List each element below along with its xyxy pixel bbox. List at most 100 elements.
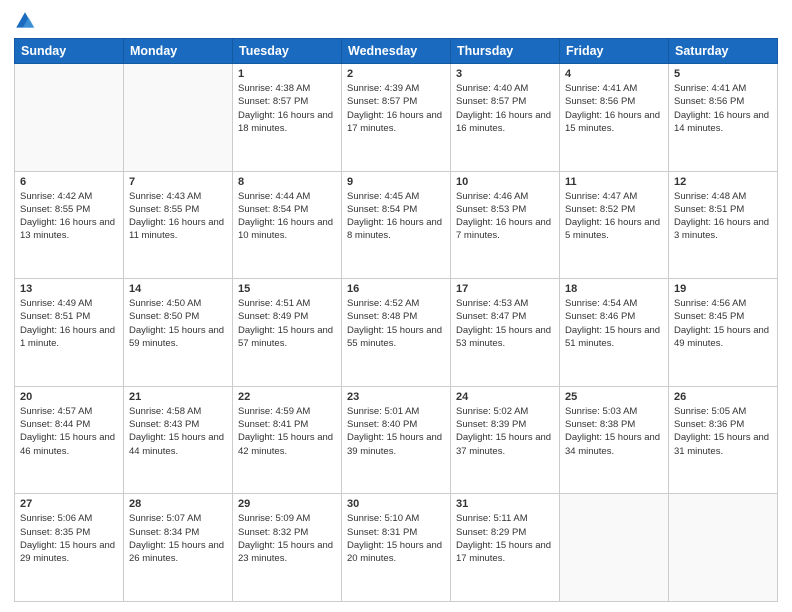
calendar-cell: 6 Sunrise: 4:42 AM Sunset: 8:55 PM Daylig… [15,171,124,279]
calendar-cell: 31Sunrise: 5:11 AM Sunset: 8:29 PM Dayli… [451,494,560,602]
calendar-cell [15,64,124,172]
week-row-5: 27 Sunrise: 5:06 AM Sunset: 8:35 PM Dayli… [15,494,778,602]
day-detail: Sunrise: 5:09 AM Sunset: 8:32 PM Dayligh… [238,512,336,565]
day-detail: Sunrise: 5:05 AM Sunset: 8:36 PM Dayligh… [674,405,772,458]
day-detail: Sunrise: 4:43 AM Sunset: 8:55 PM Dayligh… [129,190,227,243]
day-number: 2 [347,68,445,80]
calendar-cell: 29 Sunrise: 5:09 AM Sunset: 8:32 PM Dayli… [233,494,342,602]
calendar-cell: 8 Sunrise: 4:44 AM Sunset: 8:54 PM Daylig… [233,171,342,279]
calendar-cell: 9 Sunrise: 4:45 AM Sunset: 8:54 PM Daylig… [342,171,451,279]
calendar-cell: 23 Sunrise: 5:01 AM Sunset: 8:40 PM Dayli… [342,386,451,494]
day-number: 25 [565,391,663,403]
weekday-header-row: SundayMondayTuesdayWednesdayThursdayFrid… [15,39,778,64]
day-detail: Sunrise: 4:41 AM Sunset: 8:56 PM Dayligh… [674,82,772,135]
day-number: 10 [456,176,554,188]
week-row-2: 6 Sunrise: 4:42 AM Sunset: 8:55 PM Daylig… [15,171,778,279]
day-number: 28 [129,498,227,510]
day-number: 26 [674,391,772,403]
calendar-cell [669,494,778,602]
day-detail: Sunrise: 4:57 AM Sunset: 8:44 PM Dayligh… [20,405,118,458]
day-detail: Sunrise: 5:11 AM Sunset: 8:29 PM Dayligh… [456,512,554,565]
day-number: 4 [565,68,663,80]
day-detail: Sunrise: 5:06 AM Sunset: 8:35 PM Dayligh… [20,512,118,565]
calendar-cell: 14 Sunrise: 4:50 AM Sunset: 8:50 PM Dayli… [124,279,233,387]
calendar-cell: 16 Sunrise: 4:52 AM Sunset: 8:48 PM Dayli… [342,279,451,387]
calendar-cell: 27 Sunrise: 5:06 AM Sunset: 8:35 PM Dayli… [15,494,124,602]
day-detail: Sunrise: 4:53 AM Sunset: 8:47 PM Dayligh… [456,297,554,350]
day-number: 12 [674,176,772,188]
day-detail: Sunrise: 4:42 AM Sunset: 8:55 PM Dayligh… [20,190,118,243]
weekday-header-tuesday: Tuesday [233,39,342,64]
calendar-cell: 3Sunrise: 4:40 AM Sunset: 8:57 PM Daylig… [451,64,560,172]
day-number: 1 [238,68,336,80]
day-number: 20 [20,391,118,403]
calendar-cell: 12 Sunrise: 4:48 AM Sunset: 8:51 PM Dayli… [669,171,778,279]
day-number: 23 [347,391,445,403]
day-detail: Sunrise: 4:48 AM Sunset: 8:51 PM Dayligh… [674,190,772,243]
logo [14,10,40,32]
weekday-header-monday: Monday [124,39,233,64]
day-detail: Sunrise: 4:45 AM Sunset: 8:54 PM Dayligh… [347,190,445,243]
calendar-cell: 26 Sunrise: 5:05 AM Sunset: 8:36 PM Dayli… [669,386,778,494]
day-number: 13 [20,283,118,295]
day-detail: Sunrise: 4:50 AM Sunset: 8:50 PM Dayligh… [129,297,227,350]
day-number: 29 [238,498,336,510]
day-detail: Sunrise: 4:59 AM Sunset: 8:41 PM Dayligh… [238,405,336,458]
day-number: 17 [456,283,554,295]
calendar-cell: 19 Sunrise: 4:56 AM Sunset: 8:45 PM Dayli… [669,279,778,387]
day-number: 19 [674,283,772,295]
day-detail: Sunrise: 4:54 AM Sunset: 8:46 PM Dayligh… [565,297,663,350]
week-row-3: 13 Sunrise: 4:49 AM Sunset: 8:51 PM Dayli… [15,279,778,387]
day-detail: Sunrise: 5:01 AM Sunset: 8:40 PM Dayligh… [347,405,445,458]
week-row-1: 1 Sunrise: 4:38 AM Sunset: 8:57 PM Daylig… [15,64,778,172]
calendar-cell: 18 Sunrise: 4:54 AM Sunset: 8:46 PM Dayli… [560,279,669,387]
day-number: 14 [129,283,227,295]
calendar-cell: 17 Sunrise: 4:53 AM Sunset: 8:47 PM Dayli… [451,279,560,387]
calendar-cell [560,494,669,602]
day-detail: Sunrise: 4:56 AM Sunset: 8:45 PM Dayligh… [674,297,772,350]
calendar-cell: 10 Sunrise: 4:46 AM Sunset: 8:53 PM Dayli… [451,171,560,279]
weekday-header-sunday: Sunday [15,39,124,64]
day-detail: Sunrise: 4:46 AM Sunset: 8:53 PM Dayligh… [456,190,554,243]
day-detail: Sunrise: 4:52 AM Sunset: 8:48 PM Dayligh… [347,297,445,350]
calendar-cell: 1 Sunrise: 4:38 AM Sunset: 8:57 PM Daylig… [233,64,342,172]
day-number: 16 [347,283,445,295]
weekday-header-saturday: Saturday [669,39,778,64]
day-number: 24 [456,391,554,403]
calendar-cell: 11Sunrise: 4:47 AM Sunset: 8:52 PM Dayli… [560,171,669,279]
day-number: 11 [565,176,663,188]
day-number: 18 [565,283,663,295]
weekday-header-thursday: Thursday [451,39,560,64]
calendar-cell: 30 Sunrise: 5:10 AM Sunset: 8:31 PM Dayli… [342,494,451,602]
calendar-cell: 20 Sunrise: 4:57 AM Sunset: 8:44 PM Dayli… [15,386,124,494]
calendar-cell: 21Sunrise: 4:58 AM Sunset: 8:43 PM Dayli… [124,386,233,494]
calendar-cell: 5Sunrise: 4:41 AM Sunset: 8:56 PM Daylig… [669,64,778,172]
calendar-cell: 22 Sunrise: 4:59 AM Sunset: 8:41 PM Dayli… [233,386,342,494]
calendar-cell: 13 Sunrise: 4:49 AM Sunset: 8:51 PM Dayli… [15,279,124,387]
calendar-table: SundayMondayTuesdayWednesdayThursdayFrid… [14,38,778,602]
calendar-cell: 2Sunrise: 4:39 AM Sunset: 8:57 PM Daylig… [342,64,451,172]
day-number: 9 [347,176,445,188]
day-detail: Sunrise: 4:38 AM Sunset: 8:57 PM Dayligh… [238,82,336,135]
day-detail: Sunrise: 4:44 AM Sunset: 8:54 PM Dayligh… [238,190,336,243]
calendar-cell: 7 Sunrise: 4:43 AM Sunset: 8:55 PM Daylig… [124,171,233,279]
calendar-cell: 4 Sunrise: 4:41 AM Sunset: 8:56 PM Daylig… [560,64,669,172]
day-detail: Sunrise: 5:03 AM Sunset: 8:38 PM Dayligh… [565,405,663,458]
day-detail: Sunrise: 4:49 AM Sunset: 8:51 PM Dayligh… [20,297,118,350]
day-number: 7 [129,176,227,188]
day-number: 30 [347,498,445,510]
day-number: 8 [238,176,336,188]
day-number: 27 [20,498,118,510]
day-detail: Sunrise: 4:41 AM Sunset: 8:56 PM Dayligh… [565,82,663,135]
day-number: 15 [238,283,336,295]
day-detail: Sunrise: 5:10 AM Sunset: 8:31 PM Dayligh… [347,512,445,565]
calendar-cell: 28Sunrise: 5:07 AM Sunset: 8:34 PM Dayli… [124,494,233,602]
header [14,10,778,32]
day-number: 6 [20,176,118,188]
weekday-header-friday: Friday [560,39,669,64]
week-row-4: 20 Sunrise: 4:57 AM Sunset: 8:44 PM Dayli… [15,386,778,494]
day-detail: Sunrise: 4:58 AM Sunset: 8:43 PM Dayligh… [129,405,227,458]
calendar-cell: 15Sunrise: 4:51 AM Sunset: 8:49 PM Dayli… [233,279,342,387]
calendar-cell [124,64,233,172]
day-number: 22 [238,391,336,403]
